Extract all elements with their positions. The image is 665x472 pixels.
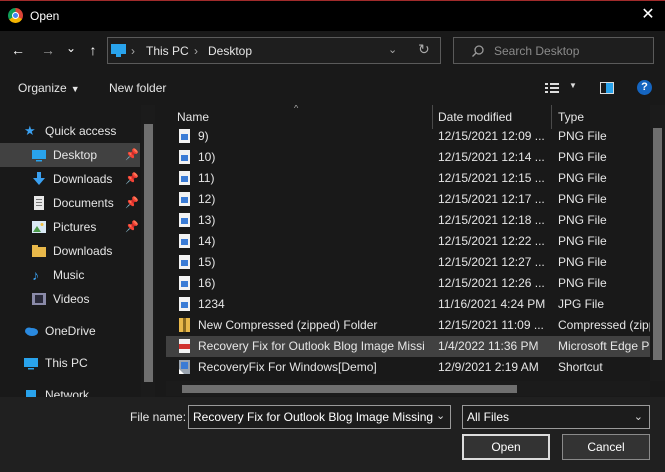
file-row[interactable]: 12) 12/15/2021 12:17 ... PNG File xyxy=(166,189,650,210)
view-options-button[interactable]: ▼ xyxy=(543,81,583,95)
cancel-button[interactable]: Cancel xyxy=(562,434,650,460)
image-file-icon xyxy=(179,234,190,248)
file-name-dropdown-icon[interactable]: ⌄ xyxy=(436,409,445,422)
image-file-icon xyxy=(179,297,190,311)
sidebar-item-quick-access[interactable]: ★ Quick access xyxy=(0,119,140,143)
search-box[interactable]: Search Desktop xyxy=(453,37,654,64)
pin-icon: 📌 xyxy=(125,149,139,161)
image-file-icon xyxy=(179,255,190,269)
desktop-icon xyxy=(32,150,46,162)
address-bar[interactable]: › This PC › Desktop ⌄ ↻ xyxy=(107,37,441,64)
picture-icon xyxy=(32,221,46,233)
breadcrumb-separator: › xyxy=(194,44,198,58)
music-icon: ♪ xyxy=(32,267,39,283)
breadcrumb-separator: › xyxy=(131,44,135,58)
search-icon xyxy=(472,45,484,57)
close-icon[interactable]: ✕ xyxy=(638,5,658,25)
pdf-file-icon xyxy=(179,339,190,353)
recent-locations-icon[interactable]: ⌄ xyxy=(64,38,78,58)
pin-icon: 📌 xyxy=(125,221,139,233)
download-icon xyxy=(33,172,45,185)
file-name-label: File name: xyxy=(130,410,187,424)
file-type-value: All Files xyxy=(467,410,510,424)
folder-icon xyxy=(32,245,46,257)
sidebar-item-this-pc[interactable]: This PC xyxy=(0,351,140,375)
file-row[interactable]: 1234 11/16/2021 4:24 PM JPG File xyxy=(166,294,650,315)
chrome-icon xyxy=(8,8,23,23)
sidebar-item-onedrive[interactable]: OneDrive xyxy=(0,319,140,343)
file-type-select[interactable]: All Files ⌄ xyxy=(462,405,650,429)
sidebar-item-music[interactable]: ♪ Music xyxy=(0,263,140,287)
address-dropdown-icon[interactable]: ⌄ xyxy=(388,43,397,56)
file-row[interactable]: 15) 12/15/2021 12:27 ... PNG File xyxy=(166,252,650,273)
window-title: Open xyxy=(30,9,60,23)
refresh-icon[interactable]: ↻ xyxy=(418,41,430,58)
sidebar-item-documents[interactable]: Documents 📌 xyxy=(0,191,140,215)
image-file-icon xyxy=(179,171,190,185)
dropdown-caret-icon: ▼ xyxy=(70,84,80,94)
file-row[interactable]: New Compressed (zipped) Folder 12/15/2021… xyxy=(166,315,650,336)
file-row[interactable]: 11) 12/15/2021 12:15 ... PNG File xyxy=(166,168,650,189)
zip-folder-icon xyxy=(179,318,190,332)
sidebar-scrollbar-thumb[interactable] xyxy=(144,124,153,382)
file-list: Name ^ Date modified Type 9) 12/15/2021 1… xyxy=(166,105,650,381)
image-file-icon xyxy=(179,276,190,290)
video-icon xyxy=(32,293,46,305)
sidebar-item-desktop[interactable]: Desktop 📌 xyxy=(0,143,140,167)
file-list-scrollbar-thumb[interactable] xyxy=(653,128,662,360)
horizontal-scrollbar-thumb[interactable] xyxy=(182,385,517,393)
title-bar xyxy=(0,1,665,31)
new-folder-button[interactable]: New folder xyxy=(109,81,166,95)
image-file-icon xyxy=(179,192,190,206)
navigation-pane: ★ Quick access Desktop 📌 Downloads 📌 Doc… xyxy=(0,105,158,397)
sidebar-item-videos[interactable]: Videos xyxy=(0,287,140,311)
help-icon[interactable]: ? xyxy=(637,80,652,95)
shortcut-icon xyxy=(179,360,190,374)
sort-ascending-icon: ^ xyxy=(294,105,299,113)
sidebar-item-downloads[interactable]: Downloads 📌 xyxy=(0,167,140,191)
cloud-icon xyxy=(25,327,38,336)
file-row-selected[interactable]: Recovery Fix for Outlook Blog Image Miss… xyxy=(166,336,650,357)
up-arrow-icon[interactable]: ↑ xyxy=(83,40,103,60)
chevron-down-icon: ⌄ xyxy=(633,411,643,423)
image-file-icon xyxy=(179,213,190,227)
back-arrow-icon[interactable]: ← xyxy=(8,40,28,60)
file-row[interactable]: 9) 12/15/2021 12:09 ... PNG File xyxy=(166,126,650,147)
preview-pane-icon[interactable] xyxy=(600,82,614,94)
file-row[interactable]: RecoveryFix For Windows[Demo] 12/9/2021 2… xyxy=(166,357,650,378)
sidebar-item-downloads-folder[interactable]: Downloads xyxy=(0,239,140,263)
document-icon xyxy=(34,196,44,210)
image-file-icon xyxy=(179,129,190,143)
sidebar-item-network[interactable]: Network xyxy=(0,383,140,397)
view-dropdown-icon: ▼ xyxy=(569,81,577,90)
file-row[interactable]: 16) 12/15/2021 12:26 ... PNG File xyxy=(166,273,650,294)
computer-icon xyxy=(24,358,38,370)
file-row[interactable]: 13) 12/15/2021 12:18 ... PNG File xyxy=(166,210,650,231)
image-file-icon xyxy=(179,150,190,164)
search-placeholder: Search Desktop xyxy=(494,44,580,58)
star-icon: ★ xyxy=(24,123,36,138)
forward-arrow-icon[interactable]: → xyxy=(38,40,58,60)
breadcrumb-desktop[interactable]: Desktop xyxy=(208,44,252,58)
breadcrumb-this-pc[interactable]: This PC xyxy=(146,44,189,58)
open-button[interactable]: Open xyxy=(462,434,550,460)
file-row[interactable]: 10) 12/15/2021 12:14 ... PNG File xyxy=(166,147,650,168)
network-icon xyxy=(26,390,36,397)
pin-icon: 📌 xyxy=(125,173,139,185)
this-pc-icon xyxy=(111,44,126,57)
file-name-input[interactable]: Recovery Fix for Outlook Blog Image Miss… xyxy=(188,405,451,429)
sidebar-item-pictures[interactable]: Pictures 📌 xyxy=(0,215,140,239)
details-view-icon xyxy=(545,83,559,93)
pin-icon: 📌 xyxy=(125,197,139,209)
organize-label: Organize xyxy=(18,81,67,95)
organize-button[interactable]: Organize ▼ xyxy=(18,81,80,95)
file-row[interactable]: 14) 12/15/2021 12:22 ... PNG File xyxy=(166,231,650,252)
